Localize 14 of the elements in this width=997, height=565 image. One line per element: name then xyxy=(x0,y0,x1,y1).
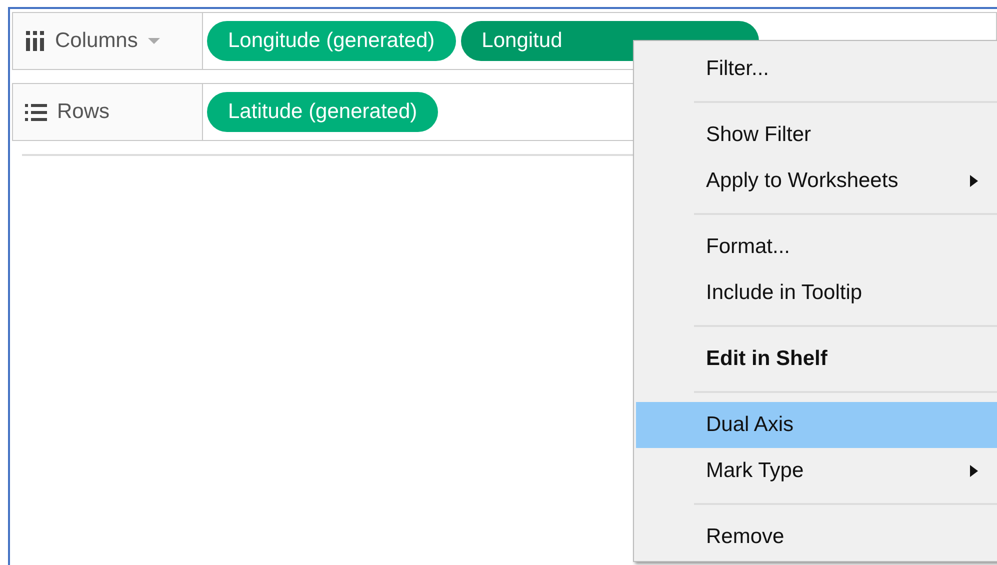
shelf-label: Rows xyxy=(57,99,110,126)
menu-item[interactable]: Apply to Worksheets xyxy=(636,158,997,204)
shelf-label: Columns xyxy=(55,28,138,54)
menu-item[interactable]: Dual Axis xyxy=(636,402,997,448)
menu-item[interactable]: Format... xyxy=(636,224,997,270)
menu-item[interactable]: Mark Type xyxy=(636,448,997,494)
rows-icon xyxy=(25,102,47,122)
menu-item[interactable]: Include in Tooltip xyxy=(636,270,997,316)
submenu-arrow-icon xyxy=(970,175,978,187)
menu-item[interactable]: Show Filter xyxy=(636,112,997,158)
submenu-arrow-icon xyxy=(970,465,978,477)
menu-item[interactable]: Edit in Shelf xyxy=(636,336,997,382)
menu-item[interactable]: Remove xyxy=(636,514,997,560)
columns-icon xyxy=(25,31,45,51)
